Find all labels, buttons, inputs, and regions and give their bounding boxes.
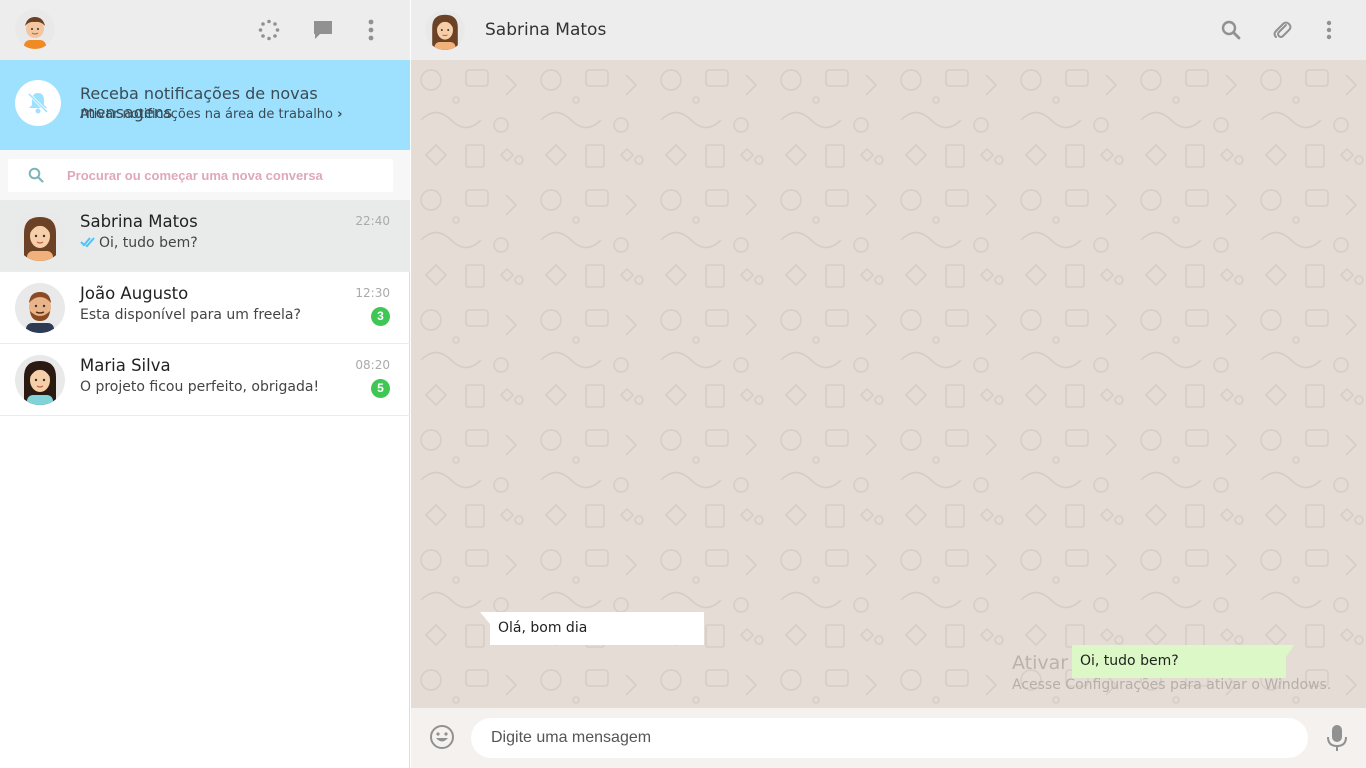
windows-activation-subtitle: Acesse Configurações para ativar o Windo…: [1012, 677, 1332, 693]
contact-name[interactable]: Sabrina Matos: [485, 20, 606, 40]
avatar: [15, 211, 65, 261]
unread-count-badge: 5: [371, 379, 390, 398]
notification-subtitle: Ativar notificações na área de trabalho: [80, 107, 333, 122]
search-icon: [28, 167, 44, 188]
double-check-icon: [80, 234, 96, 255]
wallpaper-pattern: [411, 60, 1366, 708]
incoming-message[interactable]: Olá, bom dia: [480, 612, 704, 645]
chat-last-message: O projeto ficou perfeito, obrigada!: [80, 379, 320, 395]
outgoing-message[interactable]: Oi, tudo bem?: [1072, 645, 1294, 678]
chat-timestamp: 12:30: [355, 286, 390, 300]
bell-off-icon: [15, 80, 61, 126]
search-box: [8, 159, 393, 192]
chat-list-item[interactable]: Sabrina Matos 22:40 Oi, tudo bem?: [0, 200, 410, 272]
message-area[interactable]: Olá, bom dia Ativar o Windows Acesse Con…: [411, 60, 1366, 708]
status-icon[interactable]: [255, 16, 283, 44]
search-input[interactable]: [67, 159, 387, 192]
enable-notifications-link[interactable]: Ativar notificações na área de trabalho …: [80, 107, 343, 122]
chat-list-item[interactable]: Maria Silva 08:20 O projeto ficou perfei…: [0, 344, 410, 416]
chat-timestamp: 22:40: [355, 214, 390, 228]
microphone-icon[interactable]: [1326, 724, 1348, 757]
sidebar-header: [0, 0, 410, 60]
chat-contact-name: João Augusto: [80, 284, 189, 303]
chat-last-message: Oi, tudo bem?: [99, 235, 198, 251]
conversation-pane: Sabrina Matos Olá, bom dia Ativar Acesse…: [411, 0, 1366, 768]
chat-list-item[interactable]: João Augusto 12:30 Esta disponível para …: [0, 272, 410, 344]
avatar: [15, 283, 65, 333]
chat-contact-name: Maria Silva: [80, 356, 171, 375]
composer-bar: [411, 708, 1366, 768]
search-icon[interactable]: [1217, 16, 1245, 44]
chat-contact-name: Sabrina Matos: [80, 212, 198, 231]
avatar: [15, 355, 65, 405]
chevron-right-icon: ›: [337, 107, 343, 122]
menu-icon[interactable]: [1315, 16, 1343, 44]
chat-last-message: Esta disponível para um freela?: [80, 307, 301, 323]
conversation-header: Sabrina Matos: [411, 0, 1366, 60]
message-input[interactable]: [471, 718, 1308, 758]
menu-icon[interactable]: [357, 16, 385, 44]
search-bar: [0, 150, 410, 200]
contact-avatar[interactable]: [425, 10, 465, 50]
new-chat-icon[interactable]: [309, 16, 337, 44]
my-avatar[interactable]: [15, 9, 55, 49]
chat-timestamp: 08:20: [355, 358, 390, 372]
attach-icon[interactable]: [1268, 16, 1296, 44]
unread-count-badge: 3: [371, 307, 390, 326]
notification-banner[interactable]: Receba notificações de novas mensagens A…: [0, 60, 410, 150]
emoji-icon[interactable]: [429, 724, 455, 755]
chat-list-pane: Receba notificações de novas mensagens A…: [0, 0, 410, 768]
